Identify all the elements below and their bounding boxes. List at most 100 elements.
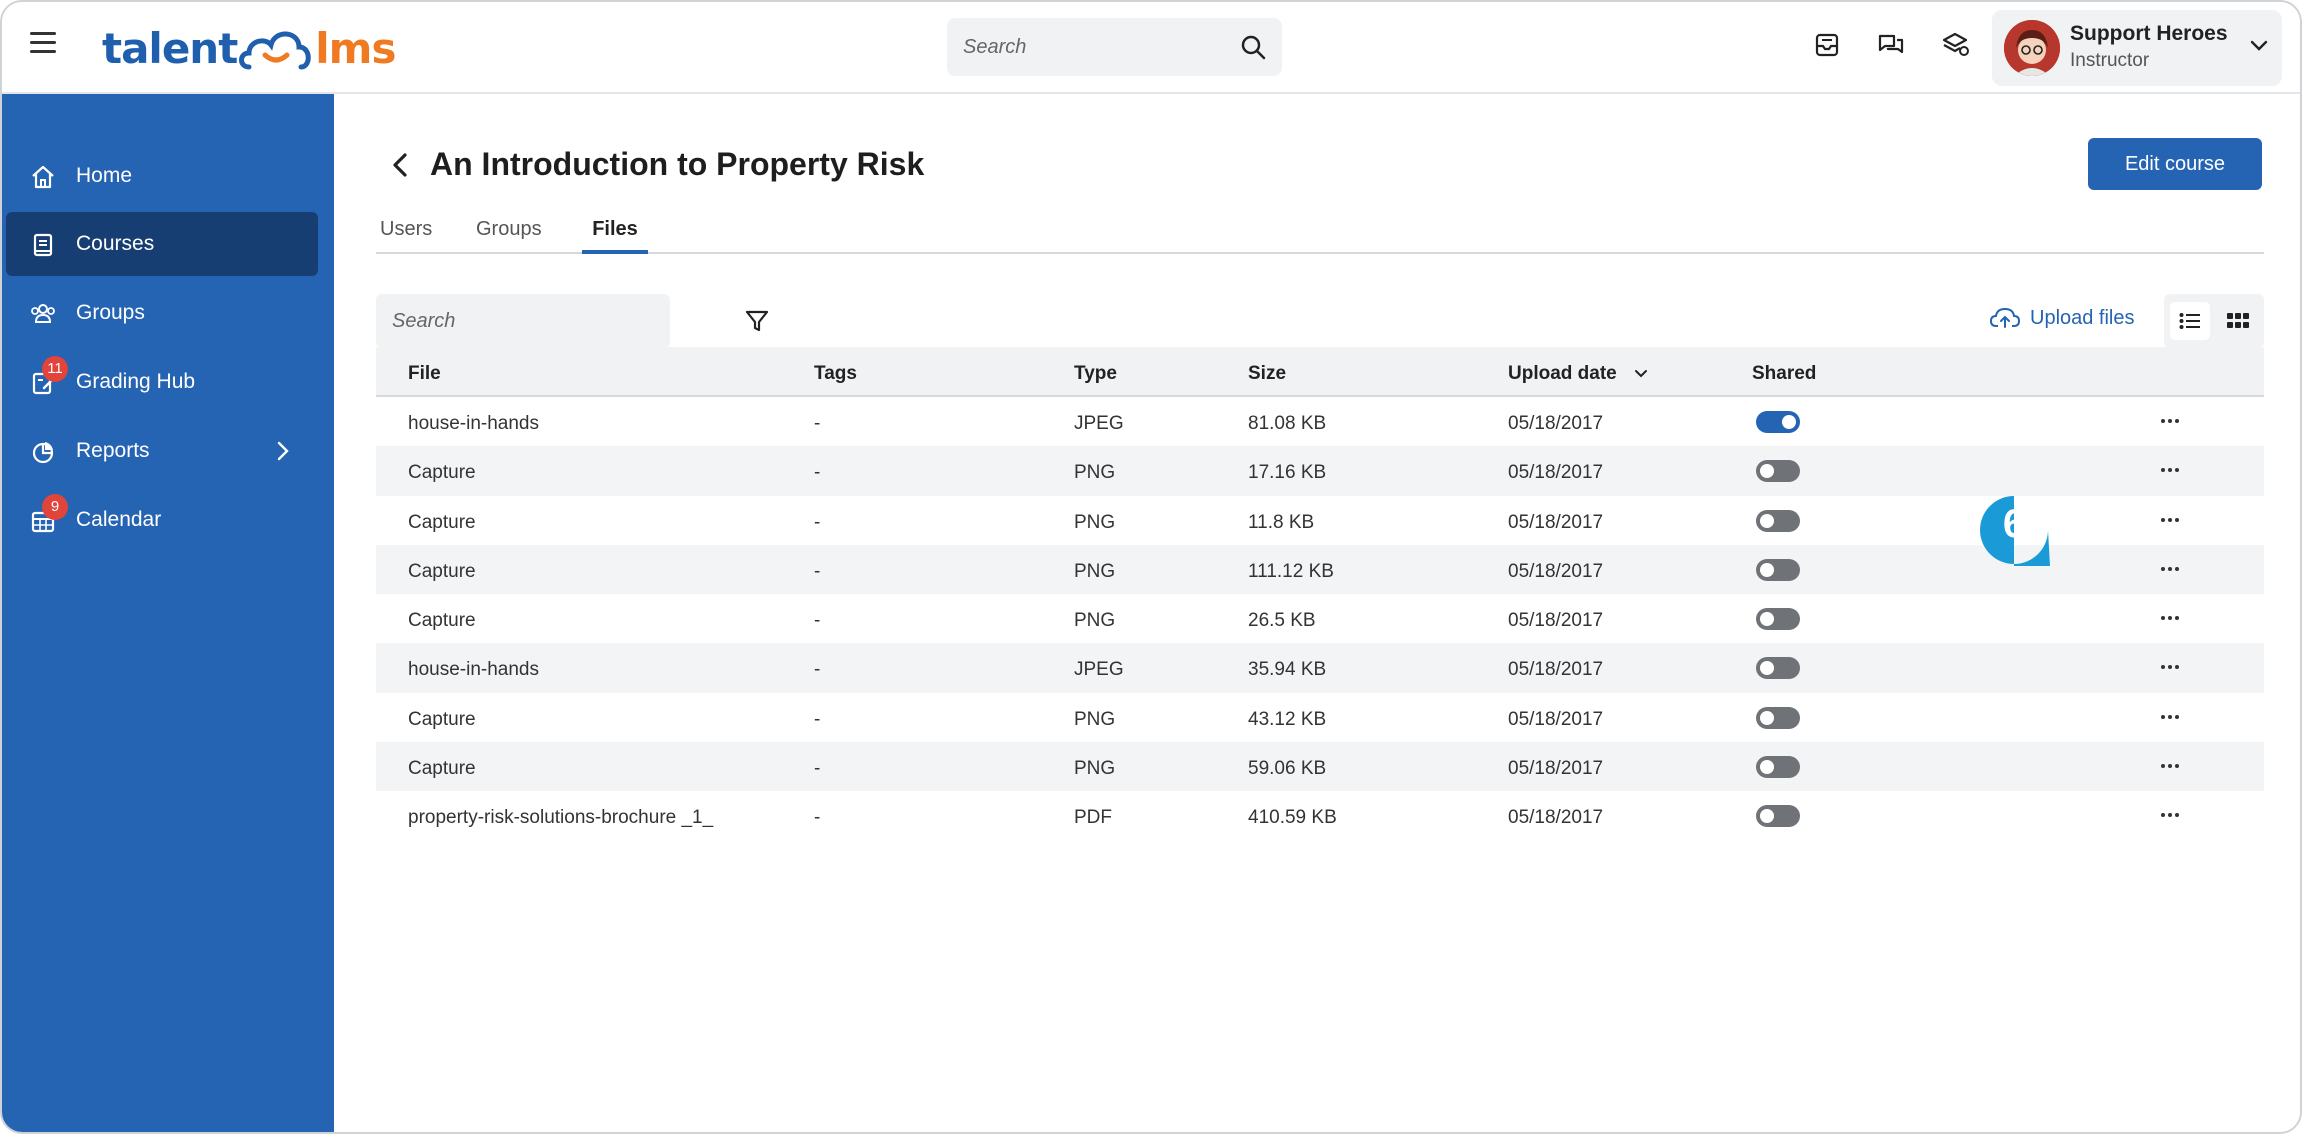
table-row[interactable]: property-risk-solutions-brochure _1_ - PDF… — [376, 791, 2264, 840]
column-header-file[interactable]: File — [408, 363, 441, 385]
tab-files[interactable]: Files — [582, 206, 648, 254]
list-icon — [2179, 313, 2200, 329]
dot — [2175, 714, 2179, 719]
file-name-cell[interactable]: Capture — [408, 512, 476, 534]
shared-toggle[interactable] — [1756, 805, 1800, 828]
shared-toggle[interactable] — [1756, 509, 1800, 532]
upload-date-cell: 05/18/2017 — [1508, 511, 1604, 533]
dot — [2168, 665, 2172, 670]
more-options-icon[interactable] — [2156, 508, 2184, 532]
column-header-size[interactable]: Size — [1248, 363, 1286, 385]
dot — [2161, 665, 2165, 670]
step-number: 6 — [2002, 502, 2026, 546]
sidebar-item-courses[interactable]: Courses — [6, 212, 318, 276]
more-options-icon[interactable] — [2156, 458, 2184, 482]
global-search[interactable] — [947, 18, 1282, 76]
dot — [2161, 714, 2165, 719]
chevron-down-icon[interactable] — [2250, 40, 2268, 52]
user-menu[interactable]: Support Heroes Instructor — [1992, 10, 2282, 86]
column-header-upload-date[interactable]: Upload date — [1508, 363, 1617, 385]
file-name-cell[interactable]: Capture — [408, 610, 476, 632]
search-icon[interactable] — [1240, 34, 1266, 60]
shared-toggle[interactable] — [1756, 706, 1800, 729]
file-name-cell[interactable]: Capture — [408, 561, 476, 583]
inbox-icon[interactable] — [1812, 30, 1842, 60]
more-options-icon[interactable] — [2156, 655, 2184, 679]
shared-toggle[interactable] — [1756, 558, 1800, 581]
dot — [2168, 517, 2172, 522]
table-row[interactable]: Capture - PNG 59.06 KB 05/18/2017 — [376, 742, 2264, 792]
filter-icon[interactable] — [744, 308, 770, 334]
user-role: Instructor — [2070, 50, 2150, 71]
step-marker: 6 — [1974, 492, 2054, 572]
file-name-cell[interactable]: Capture — [408, 709, 476, 731]
tags-cell: - — [814, 659, 821, 681]
grid-view-button[interactable] — [2218, 302, 2258, 340]
more-options-icon[interactable] — [2156, 705, 2184, 729]
dot — [2161, 566, 2165, 571]
tags-cell: - — [814, 511, 821, 533]
messages-icon[interactable] — [1876, 30, 1906, 60]
page-title: An Introduction to Property Risk — [430, 146, 925, 182]
edit-course-button[interactable]: Edit course — [2088, 138, 2262, 190]
file-name-cell[interactable]: Capture — [408, 462, 476, 484]
file-name-cell[interactable]: house-in-hands — [408, 413, 539, 435]
layers-icon[interactable] — [1940, 30, 1970, 60]
more-options-icon[interactable] — [2156, 754, 2184, 778]
upload-files-link[interactable]: Upload files — [1990, 306, 2135, 330]
more-options-icon[interactable] — [2156, 409, 2184, 433]
file-name-cell[interactable]: house-in-hands — [408, 659, 539, 681]
file-name-cell[interactable]: Capture — [408, 758, 476, 780]
sidebar-item-grading-hub[interactable]: 11 Grading Hub — [6, 350, 318, 414]
table-row[interactable]: Capture - PNG 17.16 KB 05/18/2017 — [376, 446, 2264, 496]
sidebar-item-calendar[interactable]: 9 Calendar — [6, 488, 318, 552]
calendar-badge: 9 — [42, 494, 68, 520]
more-options-icon[interactable] — [2156, 606, 2184, 630]
main-content: An Introduction to Property Risk Edit co… — [334, 94, 2300, 1132]
size-cell: 111.12 KB — [1248, 560, 1334, 582]
tags-cell: - — [814, 758, 821, 780]
type-cell: PDF — [1074, 807, 1112, 829]
tab-users[interactable]: Users — [380, 206, 438, 254]
type-cell: PNG — [1074, 708, 1116, 730]
dot — [2161, 616, 2165, 621]
dot — [2175, 764, 2179, 769]
toggle-knob — [1760, 809, 1774, 824]
chevron-right-icon[interactable] — [276, 441, 290, 461]
talentlms-logo[interactable]: talent lms — [102, 20, 396, 76]
column-header-tags[interactable]: Tags — [814, 363, 857, 385]
table-row[interactable]: house-in-hands - JPEG 81.08 KB 05/18/2017 — [376, 397, 2264, 446]
back-arrow-icon[interactable] — [390, 152, 412, 178]
list-view-button[interactable] — [2170, 302, 2210, 340]
tags-cell: - — [814, 462, 821, 484]
course-tabs: Users Groups Files — [376, 206, 2264, 254]
sort-chevron-down-icon[interactable] — [1634, 369, 1648, 379]
dot — [2168, 616, 2172, 621]
files-search[interactable] — [376, 294, 670, 348]
more-options-icon[interactable] — [2156, 557, 2184, 581]
file-name-cell[interactable]: property-risk-solutions-brochure _1_ — [408, 807, 713, 829]
dot — [2175, 517, 2179, 522]
shared-toggle[interactable] — [1756, 608, 1800, 631]
table-body: house-in-hands - JPEG 81.08 KB 05/18/2017 Cap… — [376, 397, 2264, 841]
sidebar-item-home[interactable]: Home — [6, 144, 318, 208]
column-header-shared[interactable]: Shared — [1752, 363, 1816, 385]
table-row[interactable]: Capture - PNG 26.5 KB 05/18/2017 — [376, 594, 2264, 643]
size-cell: 410.59 KB — [1248, 807, 1337, 829]
dot — [2168, 813, 2172, 818]
menu-icon[interactable] — [30, 32, 56, 54]
shared-toggle[interactable] — [1756, 756, 1800, 779]
type-cell: PNG — [1074, 560, 1116, 582]
files-search-input[interactable] — [392, 309, 660, 333]
sidebar-item-reports[interactable]: Reports — [6, 419, 318, 483]
table-row[interactable]: Capture - PNG 43.12 KB 05/18/2017 — [376, 693, 2264, 742]
shared-toggle[interactable] — [1756, 657, 1800, 680]
table-row[interactable]: house-in-hands - JPEG 35.94 KB 05/18/2017 — [376, 643, 2264, 693]
more-options-icon[interactable] — [2156, 803, 2184, 827]
shared-toggle[interactable] — [1756, 411, 1800, 433]
column-header-type[interactable]: Type — [1074, 363, 1117, 385]
sidebar-item-groups[interactable]: Groups — [6, 281, 318, 345]
global-search-input[interactable] — [963, 35, 1240, 59]
shared-toggle[interactable] — [1756, 460, 1800, 483]
tab-groups[interactable]: Groups — [476, 206, 548, 254]
